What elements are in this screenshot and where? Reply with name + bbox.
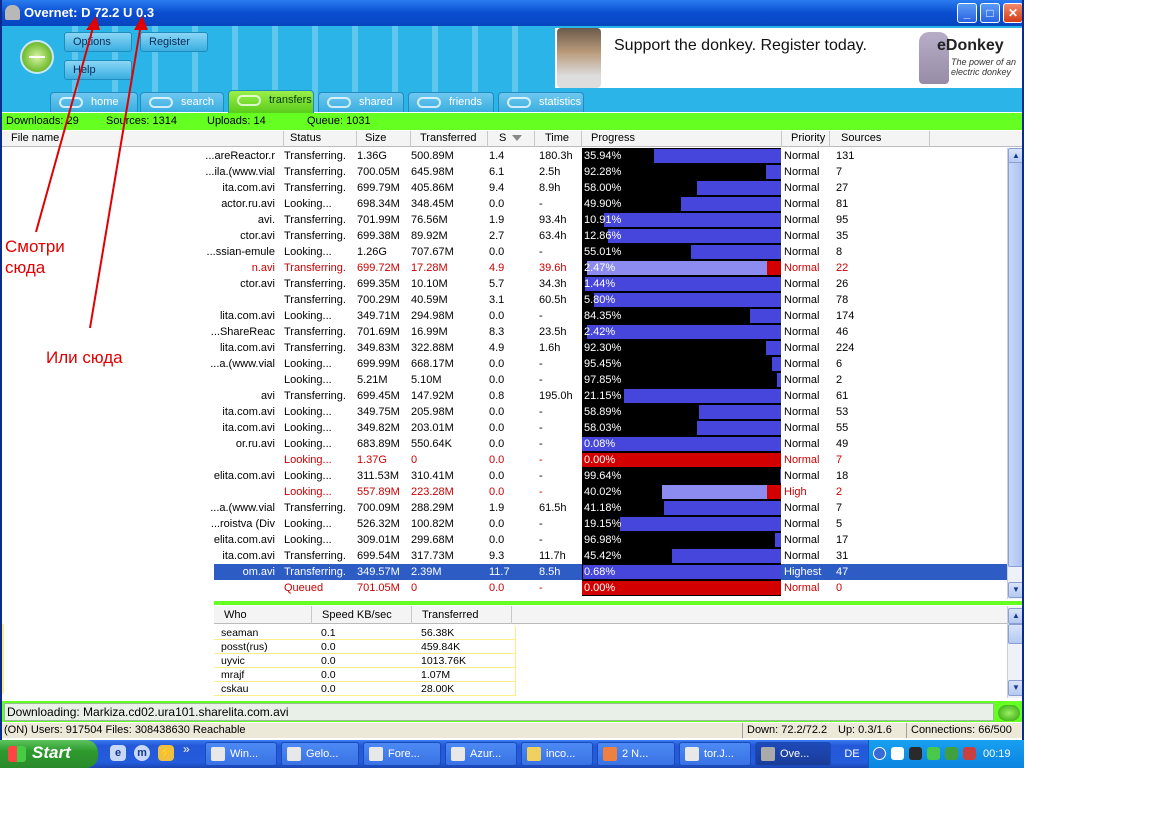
arrow-head-1 [86, 16, 100, 30]
annotation-or-here: Или сюда [46, 348, 123, 367]
arrow-line-2 [89, 23, 142, 329]
annotation-arrows [35, 16, 148, 329]
annotation-look-here: Смотри сюда [5, 237, 65, 277]
arrow-line-1 [35, 23, 95, 233]
arrow-head-2 [134, 16, 148, 30]
